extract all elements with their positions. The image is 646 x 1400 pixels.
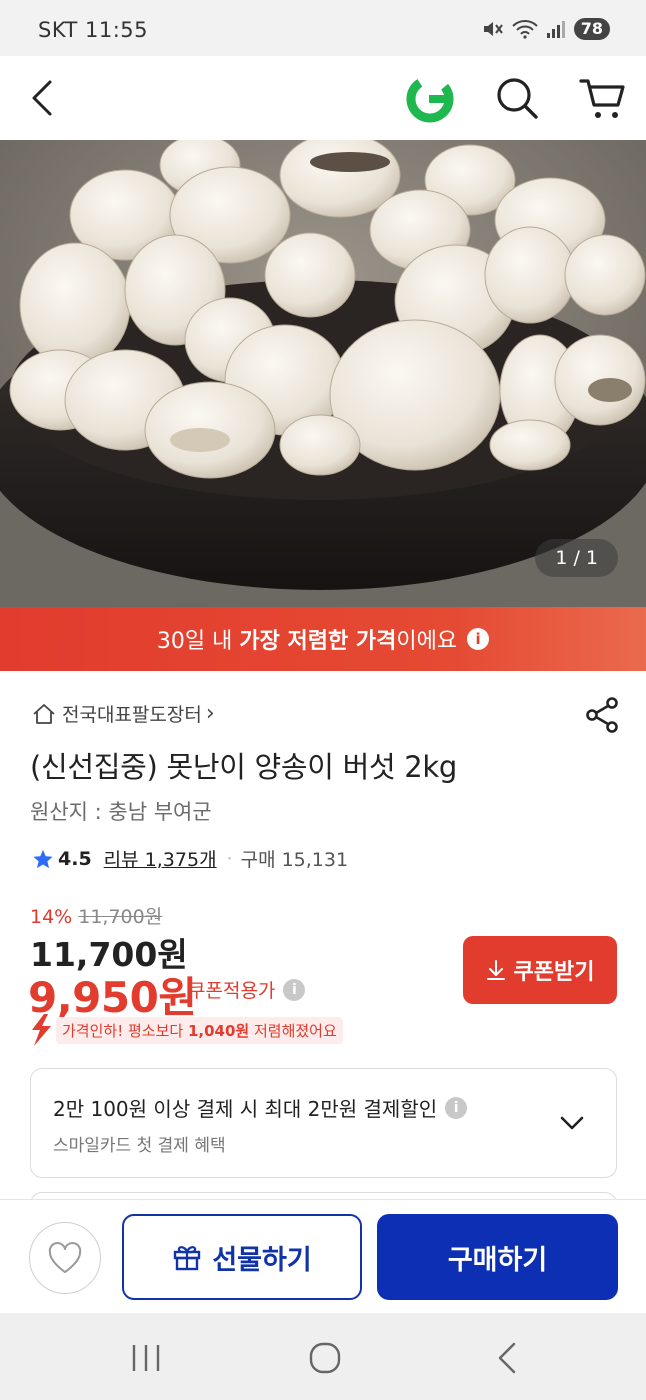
info-icon[interactable]: i (445, 1096, 468, 1119)
product-image-gallery[interactable]: 1 / 1 (0, 140, 646, 607)
search-icon[interactable] (493, 74, 541, 122)
wifi-icon (512, 20, 538, 39)
wishlist-button[interactable] (29, 1222, 101, 1294)
home-store-icon (33, 703, 55, 724)
gift-icon (174, 1246, 201, 1271)
price-down-bolt-icon (32, 1014, 51, 1046)
info-icon[interactable]: i (467, 628, 490, 650)
buy-label: 구매하기 (447, 1244, 548, 1276)
discount-row: 14% 11,700원 (30, 902, 162, 929)
card-benefit-panel[interactable]: 2만 100원 이상 결제 시 최대 2만원 결제할인 i 스마일카드 첫 결제… (30, 1068, 617, 1178)
banner-suffix: 이에요 (396, 629, 458, 654)
coupon-applied-label: 쿠폰적용가 i (188, 976, 306, 1003)
seller-name: 전국대표팔도장터 (62, 704, 202, 726)
chevron-left-icon[interactable] (22, 76, 66, 120)
system-navigation-bar (0, 1313, 646, 1400)
review-count-link[interactable]: 리뷰 1,375개 (104, 845, 217, 872)
product-title: (신선집중) 못난이 양송이 버섯 2kg (30, 750, 458, 784)
gift-label: 선물하기 (212, 1244, 312, 1276)
image-pager-indicator: 1 / 1 (535, 539, 618, 577)
lowest-price-banner[interactable]: 30일 내 가장 저렴한 가격 이에요 i (0, 607, 646, 671)
original-price: 11,700원 (78, 906, 163, 928)
product-origin: 원산지 : 충남 부여군 (30, 800, 212, 824)
star-icon (33, 849, 53, 868)
purchase-count: 구매 15,131 (240, 849, 349, 871)
get-coupon-button[interactable]: 쿠폰받기 (463, 936, 617, 1004)
chevron-down-icon[interactable] (558, 1109, 586, 1137)
benefit-line: 2만 100원 이상 결제 시 최대 2만원 결제할인 i (53, 1093, 468, 1122)
status-bar: SKT 11:55 78 (0, 0, 646, 56)
product-photo-mushrooms (0, 140, 646, 607)
info-icon[interactable]: i (283, 978, 306, 1001)
heart-icon (48, 1242, 82, 1273)
rating-score: 4.5 (58, 847, 92, 870)
app-bar (0, 56, 646, 140)
price-drop-amount: 1,040원 (187, 1021, 250, 1040)
gift-button[interactable]: 선물하기 (122, 1214, 362, 1300)
back-icon[interactable] (488, 1341, 528, 1375)
get-coupon-label: 쿠폰받기 (513, 960, 595, 985)
carrier-time: SKT 11:55 (38, 18, 148, 42)
recents-icon[interactable] (126, 1341, 166, 1375)
discount-percent: 14% (30, 906, 73, 928)
mute-icon (483, 22, 503, 36)
benefit-subtitle: 스마일카드 첫 결제 혜택 (53, 1136, 226, 1156)
buy-button[interactable]: 구매하기 (377, 1214, 618, 1300)
rating-row: 4.5 리뷰 1,375개 · 구매 15,131 (32, 845, 348, 872)
signal-icon (546, 21, 565, 38)
download-icon (486, 960, 505, 980)
cart-icon[interactable] (578, 74, 628, 124)
price-drop-notice: 가격인하! 평소보다 1,040원 저렴해졌어요 (28, 1013, 343, 1047)
chevron-right-icon: › (205, 701, 215, 726)
home-icon[interactable] (305, 1341, 345, 1375)
separator-dot: · (226, 847, 233, 870)
price-drop-text: 가격인하! 평소보다 1,040원 저렴해졌어요 (56, 1016, 343, 1044)
gmarket-logo-icon[interactable] (405, 74, 455, 124)
benefit-title: 2만 100원 이상 결제 시 최대 2만원 결제할인 (53, 1097, 438, 1121)
seller-store-link[interactable]: 전국대표팔도장터 › (32, 700, 215, 727)
battery-level: 78 (573, 18, 610, 40)
status-icons: 78 (482, 18, 610, 40)
share-icon[interactable] (584, 696, 620, 734)
coupon-applied-text: 쿠폰적용가 (188, 980, 276, 1002)
banner-prefix: 30일 내 (156, 629, 240, 654)
bottom-action-bar: 선물하기 구매하기 (0, 1199, 646, 1313)
banner-bold: 가장 저렴한 가격 (239, 629, 397, 654)
